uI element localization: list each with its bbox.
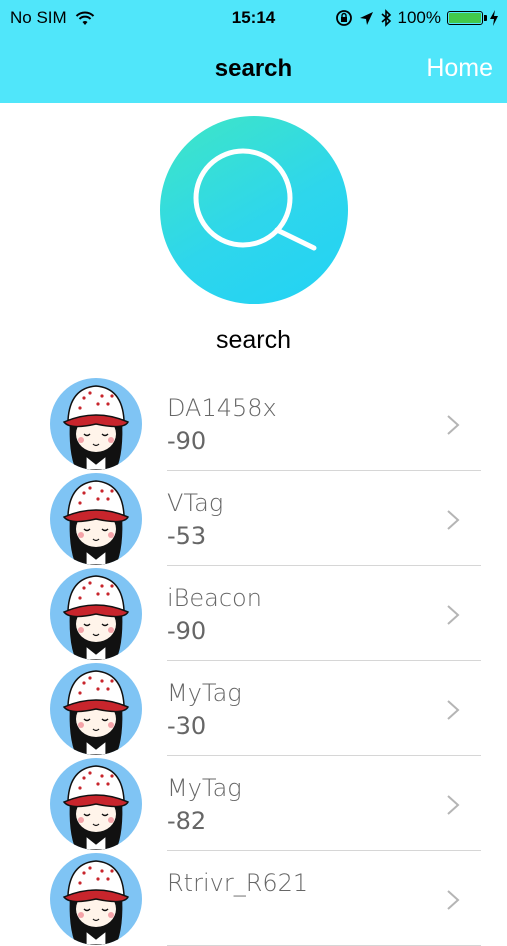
list-item[interactable]: DA1458x -90 — [0, 376, 507, 471]
battery-icon — [447, 11, 487, 25]
list-item[interactable]: VTag -53 — [0, 471, 507, 566]
device-name: iBeacon — [167, 584, 262, 612]
device-list: DA1458x -90 VTag -53 iBeacon -90 MyTag -… — [0, 376, 507, 946]
device-name: MyTag — [167, 774, 242, 802]
device-rssi: -53 — [167, 522, 207, 550]
avatar — [50, 378, 142, 470]
search-icon — [193, 148, 317, 251]
avatar — [50, 568, 142, 660]
avatar — [50, 473, 142, 565]
chevron-right-icon — [447, 700, 460, 720]
avatar — [50, 663, 142, 755]
navigation-bar: search Home — [0, 36, 507, 103]
avatar — [50, 758, 142, 850]
home-button[interactable]: Home — [426, 54, 493, 83]
charging-icon — [490, 10, 498, 26]
avatar-illustration — [62, 385, 130, 470]
avatar-illustration — [62, 860, 130, 945]
bluetooth-icon — [380, 9, 391, 27]
search-label: search — [215, 326, 292, 354]
chevron-right-icon — [447, 795, 460, 815]
device-rssi: -90 — [167, 427, 207, 455]
chevron-right-icon — [447, 605, 460, 625]
top-bar: No SIM 15:14 100% search Home — [0, 0, 507, 103]
chevron-right-icon — [447, 415, 460, 435]
status-right: 100% — [335, 8, 499, 28]
location-icon — [359, 11, 373, 25]
list-item[interactable]: iBeacon -90 — [0, 566, 507, 661]
device-name: VTag — [167, 489, 224, 517]
device-name: MyTag — [167, 679, 242, 707]
device-name: DA1458x — [167, 394, 277, 422]
device-name: Rtrivr_R621 — [167, 869, 309, 897]
device-rssi: -82 — [167, 807, 207, 835]
avatar-illustration — [62, 670, 130, 755]
avatar-illustration — [62, 765, 130, 850]
list-item[interactable]: MyTag -82 — [0, 756, 507, 851]
avatar-illustration — [62, 575, 130, 660]
search-button[interactable] — [160, 116, 348, 304]
avatar-illustration — [62, 480, 130, 565]
list-item[interactable]: MyTag -30 — [0, 661, 507, 756]
battery-fill — [449, 13, 481, 23]
avatar — [50, 853, 142, 945]
rotation-lock-icon — [335, 10, 352, 26]
list-item[interactable]: Rtrivr_R621 — [0, 851, 507, 946]
status-bar: No SIM 15:14 100% — [0, 0, 507, 36]
chevron-right-icon — [447, 510, 460, 530]
device-rssi: -30 — [167, 712, 207, 740]
chevron-right-icon — [447, 890, 460, 910]
device-rssi: -90 — [167, 617, 207, 645]
battery-percent: 100% — [397, 8, 441, 27]
